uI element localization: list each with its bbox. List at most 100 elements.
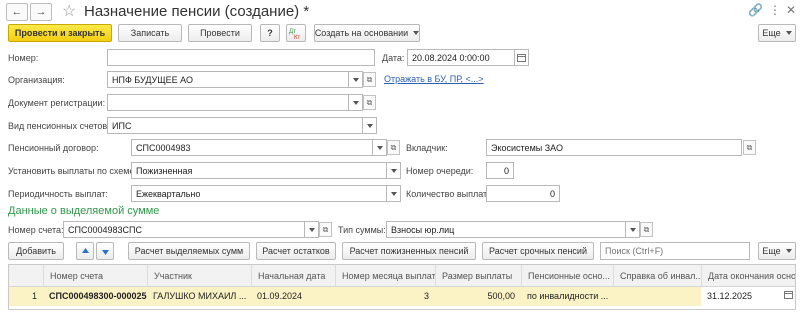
arrow-right-icon: → [35, 6, 47, 18]
table-more-button[interactable]: Еще [758, 242, 796, 260]
queue-number-label: Номер очереди: [406, 166, 474, 176]
number-field[interactable] [107, 49, 375, 66]
cell-start-date[interactable]: 01.09.2024 [251, 287, 335, 306]
table-row[interactable]: 1 СПС000498300-000025 ГАЛУШКО МИХАИЛ ...… [9, 287, 795, 306]
depositor-label: Вкладчик: [406, 143, 448, 153]
calc-lifetime-button[interactable]: Расчет пожизненных пенсий [342, 242, 476, 260]
move-down-button[interactable] [96, 242, 114, 260]
chevron-down-icon [376, 145, 383, 150]
column-header-start-date[interactable]: Начальная дата [251, 265, 335, 287]
arrow-left-icon: ← [11, 6, 23, 18]
end-date-value: 31.12.2025 [707, 291, 753, 301]
cell-account[interactable]: СПС000498300-000025 [43, 287, 147, 306]
chevron-down-icon [390, 191, 397, 196]
close-icon[interactable]: ✕ [786, 3, 796, 17]
favorite-star-icon[interactable]: ☆ [62, 1, 76, 21]
column-header-basis[interactable]: Пенсионные осно... [521, 265, 613, 287]
chevron-down-icon [352, 100, 359, 105]
forward-button[interactable]: → [30, 3, 52, 21]
sum-type-field[interactable]: Взносы юр.лиц [386, 221, 626, 238]
chevron-down-icon [785, 249, 792, 253]
row-number: 1 [31, 291, 37, 301]
calendar-icon [517, 54, 526, 62]
account-number-field[interactable]: СПС0004983СПС [63, 221, 305, 238]
chevron-down-icon [352, 77, 359, 82]
reflect-accounting-link[interactable]: Отражать в БУ, ПР, <...> [384, 74, 484, 84]
depositor-field[interactable]: Экосистемы ЗАО [486, 139, 742, 156]
account-type-dropdown-button[interactable] [363, 117, 377, 134]
date-label: Дата: [382, 53, 405, 63]
organization-dropdown-button[interactable] [349, 71, 363, 88]
registration-doc-field[interactable] [107, 94, 349, 111]
calendar-button[interactable] [515, 49, 529, 66]
post-button[interactable]: Провести [188, 24, 252, 42]
depositor-open-button[interactable]: ⧉ [743, 140, 756, 155]
payments-table: Номер счета Участник Начальная дата Номе… [8, 264, 796, 310]
date-field[interactable]: 20.08.2024 0:00:00 [407, 49, 515, 66]
sum-type-open-button[interactable]: ⧉ [640, 222, 653, 237]
registration-doc-label: Документ регистрации: [8, 98, 106, 108]
link-icon[interactable]: 🔗 [748, 3, 763, 17]
open-link-icon: ⧉ [322, 224, 329, 234]
dt-kt-icon: Дт Кт [289, 29, 300, 39]
column-header-account[interactable]: Номер счета [43, 265, 147, 287]
create-based-on-button[interactable]: Создать на основании [314, 24, 420, 42]
column-header-certificate[interactable]: Справка об инвал... [613, 265, 701, 287]
open-link-icon: ⧉ [366, 74, 373, 84]
dt-kt-button[interactable]: Дт Кт [286, 24, 306, 42]
cell-month-no[interactable]: 3 [335, 287, 435, 306]
periodicity-field[interactable]: Ежеквартально [131, 185, 387, 202]
account-number-dropdown-button[interactable] [305, 221, 319, 238]
scheme-dropdown-button[interactable] [387, 162, 401, 179]
column-header-month-no[interactable]: Номер месяца выплат [335, 265, 435, 287]
chevron-down-icon [390, 168, 397, 173]
account-type-label: Вид пенсионных счетов: [8, 121, 110, 131]
sum-type-dropdown-button[interactable] [626, 221, 640, 238]
help-button[interactable]: ? [260, 24, 280, 42]
payments-count-label: Количество выплат: [406, 189, 490, 199]
account-number-open-button[interactable]: ⧉ [319, 222, 332, 237]
more-label: Еще [762, 28, 781, 38]
move-up-button[interactable] [76, 242, 94, 260]
cell-participant[interactable]: ГАЛУШКО МИХАИЛ ... [147, 287, 251, 306]
calc-allocated-button[interactable]: Расчет выделяемых сумм [128, 242, 250, 260]
cell-amount[interactable]: 500,00 [435, 287, 521, 306]
column-header-amount[interactable]: Размер выплаты [435, 265, 521, 287]
more-button[interactable]: Еще [758, 24, 796, 42]
registration-doc-open-button[interactable]: ⧉ [363, 95, 376, 110]
column-header-n [9, 265, 43, 287]
calc-remainder-button[interactable]: Расчет остатков [256, 242, 336, 260]
back-button[interactable]: ← [6, 3, 28, 21]
search-input[interactable] [600, 242, 750, 260]
column-header-end-date[interactable]: Дата окончания осно... [701, 265, 795, 287]
table-header: Номер счета Участник Начальная дата Номе… [9, 265, 795, 287]
cell-end-date[interactable]: 31.12.2025 [701, 287, 795, 306]
periodicity-label: Периодичность выплат: [8, 189, 108, 199]
save-button[interactable]: Записать [118, 24, 182, 42]
account-type-field[interactable]: ИПС [107, 117, 363, 134]
payments-count-field[interactable]: 0 [486, 185, 560, 202]
queue-number-field[interactable]: 0 [486, 162, 514, 179]
sum-type-label: Тип суммы: [338, 225, 386, 235]
cell-basis[interactable]: по инвалидности ... [521, 287, 613, 306]
pension-contract-dropdown-button[interactable] [373, 139, 387, 156]
scheme-label: Установить выплаты по схеме: [8, 166, 137, 176]
column-header-participant[interactable]: Участник [147, 265, 251, 287]
pension-contract-field[interactable]: СПС0004983 [131, 139, 373, 156]
arrow-down-icon [101, 249, 109, 255]
scheme-field[interactable]: Пожизненная [131, 162, 387, 179]
periodicity-dropdown-button[interactable] [387, 185, 401, 202]
open-link-icon: ⧉ [390, 142, 397, 152]
organization-open-button[interactable]: ⧉ [363, 72, 376, 87]
calendar-icon[interactable] [784, 287, 793, 306]
table-more-label: Еще [762, 246, 781, 256]
menu-dots-icon[interactable]: ⋮ [769, 3, 781, 17]
registration-doc-dropdown-button[interactable] [349, 94, 363, 111]
add-row-button[interactable]: Добавить [8, 242, 64, 260]
organization-field[interactable]: НПФ БУДУЩЕЕ АО [107, 71, 349, 88]
post-and-close-button[interactable]: Провести и закрыть [8, 24, 112, 42]
pension-contract-open-button[interactable]: ⧉ [387, 140, 400, 155]
calc-term-button[interactable]: Расчет срочных пенсий [482, 242, 594, 260]
cell-certificate[interactable] [613, 287, 701, 306]
chevron-down-icon [366, 123, 373, 128]
